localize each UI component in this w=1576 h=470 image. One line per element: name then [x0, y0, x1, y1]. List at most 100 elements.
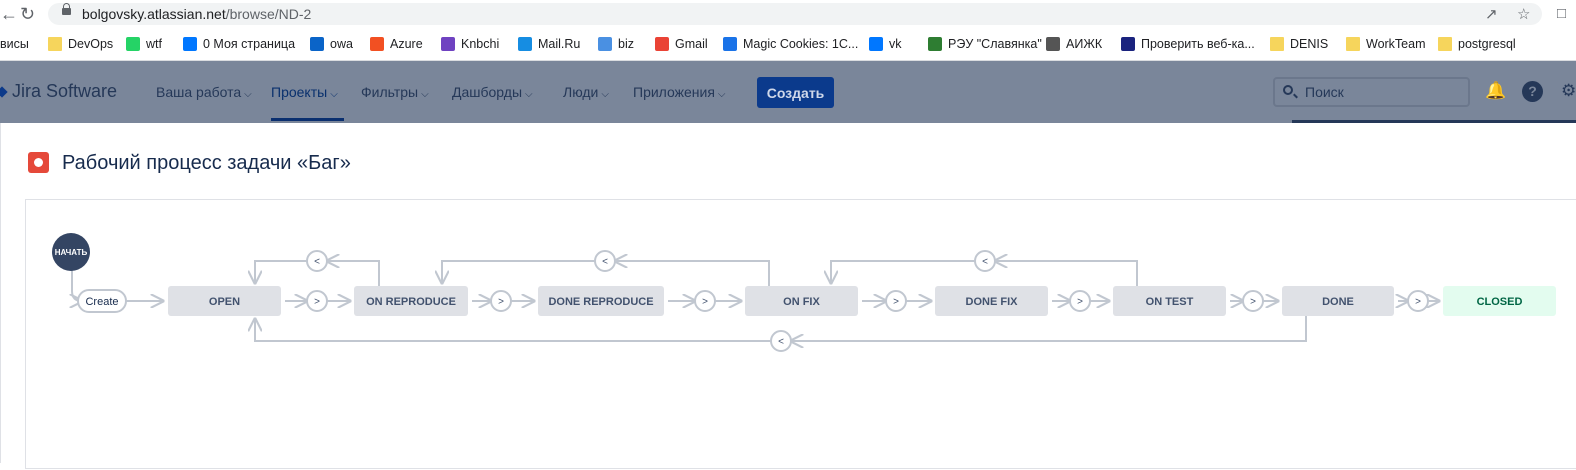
bookmark-item[interactable]: biz	[598, 37, 634, 51]
bookmark-item[interactable]: Проверить веб-ка...	[1121, 37, 1255, 51]
forward-transition[interactable]: >	[306, 290, 328, 312]
slav-icon	[928, 37, 942, 51]
status-done-fix[interactable]: DONE FIX	[935, 286, 1048, 316]
settings-icon[interactable]: ⚙	[1561, 81, 1576, 101]
mailru-icon	[518, 37, 532, 51]
bookmark-label: РЭУ "Славянка"	[948, 37, 1042, 51]
jira-logo[interactable]: Jira Software	[0, 81, 117, 102]
reload-icon[interactable]: ↻	[20, 4, 35, 24]
nav-dashboards[interactable]: Дашборды ⌵	[452, 84, 533, 100]
star-icon[interactable]: ☆	[1517, 5, 1530, 23]
bookmark-item[interactable]: vk	[869, 37, 902, 51]
workflow-diagram: НАЧАТЬ Create > > > > > > > < < < < OPEN ON REPRODUCE D…	[25, 199, 1576, 469]
forward-transition[interactable]: >	[694, 290, 716, 312]
bookmark-item[interactable]: Gmail	[655, 37, 708, 51]
bookmark-label: biz	[618, 37, 634, 51]
workflow-nodes: НАЧАТЬ Create > > > > > > > < < < < OPEN ON REPRODUCE D…	[52, 233, 1556, 352]
transition-label: <	[602, 257, 608, 268]
forward-transition[interactable]: >	[1407, 290, 1429, 312]
bookmark-label: Knbchi	[461, 37, 500, 51]
status-on-fix[interactable]: ON FIX	[745, 286, 858, 316]
bookmark-item[interactable]: висы	[0, 37, 29, 51]
bookmark-item[interactable]: АИЖК	[1046, 37, 1102, 51]
chevron-down-icon: ⌵	[421, 89, 429, 100]
chevron-down-icon: ⌵	[525, 89, 533, 100]
status-done[interactable]: DONE	[1282, 286, 1394, 316]
back-transition[interactable]: <	[306, 250, 328, 272]
bookmark-item[interactable]: wtf	[126, 37, 162, 51]
bookmark-label: owa	[330, 37, 353, 51]
workflow-modal: Рабочий процесс задачи «Баг» НАЧАТЬ Creat…	[0, 123, 1576, 469]
bookmark-label: DENIS	[1290, 37, 1329, 51]
browser-address-bar: ← ↻ bolgovsky.atlassian.net/browse/ND-2 …	[0, 0, 1576, 30]
chevron-down-icon: ⌵	[601, 89, 609, 100]
nav-people[interactable]: Люди ⌵	[563, 84, 609, 100]
search-icon	[1283, 85, 1293, 95]
status-on-reproduce[interactable]: ON REPRODUCE	[354, 286, 468, 316]
bookmark-item[interactable]: DENIS	[1270, 37, 1328, 51]
search-input[interactable]: Поиск	[1273, 77, 1470, 107]
share-icon[interactable]: ↗	[1485, 5, 1498, 23]
chevron-down-icon: ⌵	[717, 89, 726, 100]
status-label: ON REPRODUCE	[366, 296, 456, 308]
folder-icon	[1438, 37, 1452, 51]
start-label: НАЧАТЬ	[55, 248, 88, 257]
status-open[interactable]: OPEN	[168, 286, 281, 316]
status-closed[interactable]: CLOSED	[1443, 286, 1556, 316]
back-transition[interactable]: <	[974, 250, 996, 272]
bookmark-item[interactable]: Azure	[370, 37, 423, 51]
reopen-transition[interactable]: <	[770, 330, 792, 352]
bookmark-item[interactable]: postgresql	[1438, 37, 1516, 51]
nav-filters[interactable]: Фильтры ⌵	[361, 84, 429, 100]
nav-your-work[interactable]: Ваша работа ⌵	[156, 84, 252, 100]
back-line-out	[831, 260, 975, 283]
status-label: ON TEST	[1146, 296, 1194, 308]
create-label: Create	[85, 296, 118, 308]
bookmark-item[interactable]: Mail.Ru	[518, 37, 580, 51]
workflow-svg: НАЧАТЬ Create > > > > > > > < < < < OPEN ON REPRODUCE D…	[52, 233, 1556, 352]
status-label: DONE	[1322, 296, 1354, 308]
help-icon[interactable]: ?	[1522, 81, 1543, 102]
back-transition[interactable]: <	[594, 250, 616, 272]
status-done-reproduce[interactable]: DONE REPRODUCE	[538, 286, 664, 316]
nav-label: Приложения	[633, 84, 715, 100]
forward-transition[interactable]: >	[1242, 290, 1264, 312]
nav-label: Ваша работа	[156, 84, 242, 100]
notifications-icon[interactable]: 🔔	[1485, 81, 1506, 101]
bookmark-label: WorkTeam	[1366, 37, 1426, 51]
forward-transition[interactable]: >	[885, 290, 907, 312]
bookmark-item[interactable]: РЭУ "Славянка"	[928, 37, 1042, 51]
window-icon[interactable]: □	[1557, 4, 1566, 24]
search-placeholder: Поиск	[1305, 84, 1344, 100]
status-on-test[interactable]: ON TEST	[1113, 286, 1226, 316]
bookmark-item[interactable]: WorkTeam	[1346, 37, 1426, 51]
start-node: НАЧАТЬ	[52, 233, 90, 271]
bookmark-item[interactable]: Magic Cookies: 1C...	[723, 37, 858, 51]
bookmark-item[interactable]: 0 Моя страница	[183, 37, 295, 51]
nav-label: Фильтры	[361, 84, 419, 100]
bookmark-label: Azure	[390, 37, 423, 51]
forward-transition[interactable]: >	[490, 290, 512, 312]
folder-icon	[1346, 37, 1360, 51]
jira-top-nav: Jira Software Ваша работа ⌵ Проекты ⌵ Филь…	[0, 61, 1576, 124]
lock-icon	[62, 3, 71, 15]
transition-label: <	[982, 257, 988, 268]
create-button[interactable]: Создать	[757, 77, 834, 108]
forward-transition[interactable]: >	[1069, 290, 1091, 312]
jira-diamond-icon	[0, 85, 8, 98]
url-field[interactable]: bolgovsky.atlassian.net/browse/ND-2 ↗ ☆	[48, 3, 1542, 25]
bookmark-item[interactable]: DevOps	[48, 37, 113, 51]
bookmark-label: Mail.Ru	[538, 37, 581, 51]
bookmark-item[interactable]: owa	[310, 37, 353, 51]
bookmark-item[interactable]: Knbchi	[441, 37, 499, 51]
nav-apps[interactable]: Приложения ⌵	[633, 84, 726, 100]
url-path: /browse/ND-2	[225, 6, 312, 22]
back-arrow-icon[interactable]: ←	[0, 4, 18, 24]
active-tab-indicator	[271, 118, 344, 121]
bookmark-label: Проверить веб-ка...	[1141, 37, 1255, 51]
nav-projects[interactable]: Проекты ⌵	[271, 84, 338, 100]
folder-icon	[48, 37, 62, 51]
bookmark-label: DevOps	[68, 37, 114, 51]
chevron-down-icon: ⌵	[244, 89, 252, 100]
create-transition[interactable]: Create	[77, 289, 127, 313]
